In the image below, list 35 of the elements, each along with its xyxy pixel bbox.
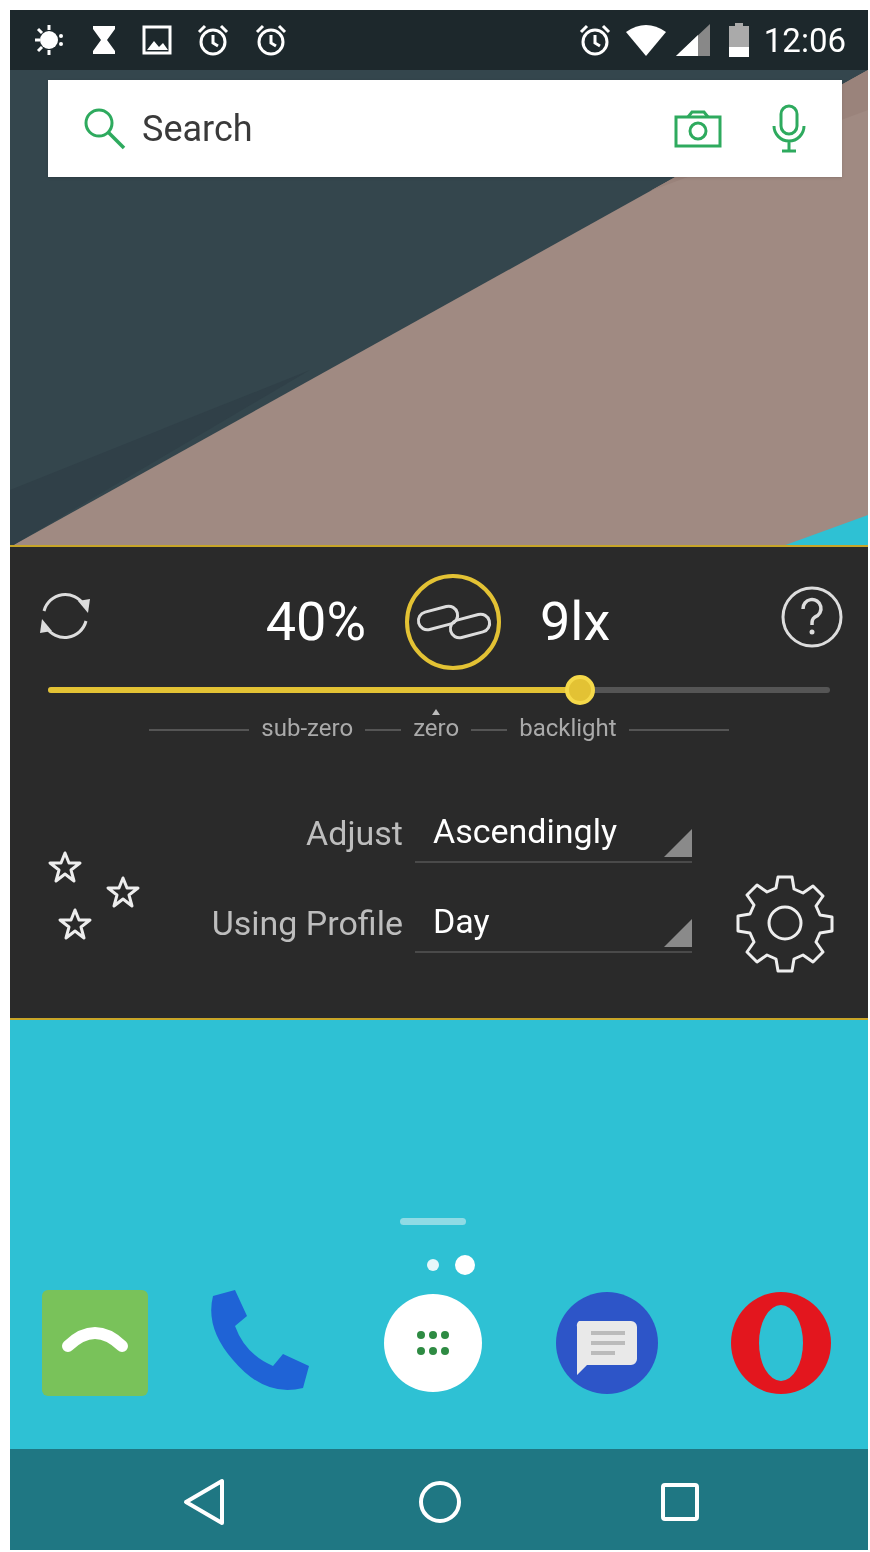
scale-label: sub-zero [261,713,354,743]
chain-link-icon[interactable] [404,573,502,671]
image-icon [142,25,172,55]
setting-label: Adjust [305,812,403,855]
page-handle[interactable] [400,1218,466,1225]
settings-icon[interactable] [735,873,835,973]
dropdown[interactable]: Day [415,893,692,953]
status-time: 12:06 [763,23,846,57]
dropdown[interactable]: Ascendingly [415,803,692,863]
scale-label: backlight [519,713,617,743]
camera-icon[interactable] [674,109,722,148]
search-field[interactable]: Search [142,101,674,156]
alarm-icon [577,23,612,57]
wifi-icon [625,24,666,56]
app-drawer-icon[interactable] [383,1293,483,1393]
brightness-slider[interactable] [48,675,830,705]
microphone-icon[interactable] [770,103,808,154]
hourglass-icon [90,24,118,56]
illuminance-reading: 9lx [540,595,611,649]
search-bar[interactable]: Search [48,80,842,177]
help-icon[interactable] [780,585,844,649]
alarm-icon [196,23,230,57]
messages-icon[interactable] [555,1291,659,1395]
back-icon[interactable] [182,1477,226,1526]
recents-icon[interactable] [660,1481,700,1522]
dropdown-corner-icon [664,829,692,857]
battery-icon [727,23,750,57]
home-icon[interactable] [418,1479,462,1524]
setting-label: Using Profile [210,902,403,945]
brightness-percent: 40% [265,595,366,649]
scale-label: zero [413,713,460,743]
signal-icon [675,24,710,56]
dropdown-corner-icon [664,919,692,947]
alarm-icon [254,23,288,57]
slider-thumb[interactable] [564,675,595,705]
